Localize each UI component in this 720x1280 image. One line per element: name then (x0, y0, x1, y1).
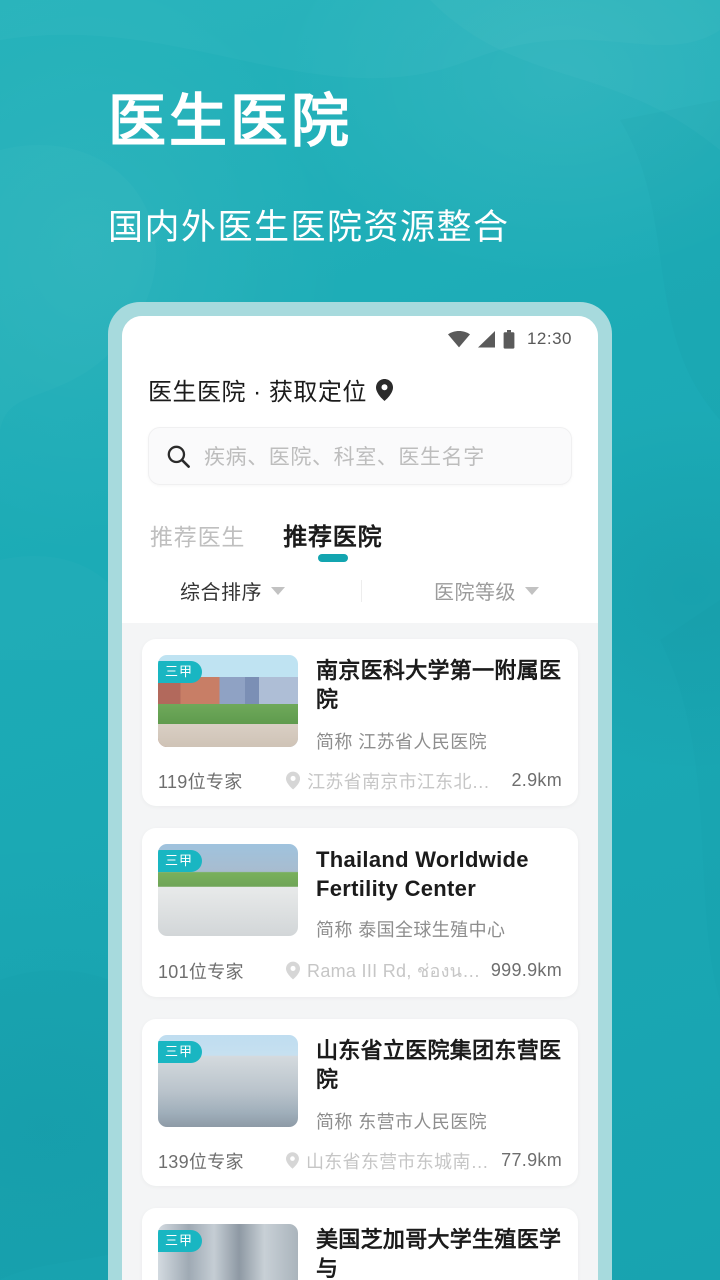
tab-bar: 推荐医生 推荐医院 (122, 507, 598, 562)
hospital-thumbnail: 三甲 (158, 655, 298, 747)
status-bar: 12:30 (122, 316, 598, 362)
hospital-address: 山东省东营市东城南一路... (305, 1151, 493, 1172)
hospital-thumbnail: 三甲 (158, 843, 298, 936)
hospital-expert-count: 139位专家 (158, 1151, 244, 1172)
location-pin-icon (286, 961, 301, 980)
location-pin-icon (286, 1152, 299, 1169)
chevron-down-icon (271, 586, 285, 595)
app-header: 医生医院 · 获取定位 (122, 362, 598, 427)
tab-active-indicator (317, 554, 348, 562)
app-header-title: 医生医院 · 获取定位 (148, 379, 367, 406)
hospital-name: 美国芝加哥大学生殖医学与 (316, 1226, 562, 1280)
hospital-level-badge: 三甲 (158, 661, 203, 684)
filter-hospital-level[interactable]: 医院等级 (434, 576, 539, 605)
hospital-list[interactable]: 三甲 南京医科大学第一附属医院 简称 江苏省人民医院 119位专家 江苏省南京市… (122, 623, 598, 1280)
hospital-thumbnail: 三甲 (158, 1035, 298, 1127)
hospital-distance: 77.9km (501, 1150, 562, 1170)
promo-text-block: 医生医院 国内外医生医院资源整合 (0, 0, 720, 250)
hospital-level-badge: 三甲 (158, 1229, 203, 1252)
wifi-icon (447, 330, 470, 347)
hospital-address: Rama III Rd, ช่องนนi... (307, 961, 483, 981)
location-pin-icon (286, 771, 301, 790)
search-input[interactable]: 疾病、医院、科室、医生名字 (148, 427, 572, 485)
search-placeholder: 疾病、医院、科室、医生名字 (204, 446, 485, 469)
hospital-level-badge: 三甲 (158, 849, 203, 872)
phone-mockup-frame: 12:30 医生医院 · 获取定位 疾病、医院、科室、医生名字 推荐医生 推荐医… (108, 302, 612, 1280)
status-bar-clock: 12:30 (526, 329, 572, 348)
promo-subtitle: 国内外医生医院资源整合 (108, 207, 510, 247)
hospital-alias: 简称 江苏省人民医院 (316, 731, 487, 752)
hospital-distance: 999.9km (490, 960, 562, 980)
hospital-card[interactable]: 三甲 美国芝加哥大学生殖医学与 (142, 1207, 578, 1280)
tab-recommended-doctors[interactable]: 推荐医生 (148, 512, 247, 560)
hospital-alias: 简称 东营市人民医院 (316, 1111, 487, 1132)
hospital-thumbnail: 三甲 (158, 1223, 298, 1280)
chevron-down-icon (525, 586, 539, 595)
filter-divider (361, 579, 362, 602)
search-icon (167, 445, 190, 468)
hospital-alias: 简称 泰国全球生殖中心 (316, 920, 506, 940)
hospital-name: 山东省立医院集团东营医院 (316, 1038, 562, 1093)
filter-sort[interactable]: 综合排序 (180, 576, 285, 605)
phone-screen: 12:30 医生医院 · 获取定位 疾病、医院、科室、医生名字 推荐医生 推荐医… (122, 316, 598, 1280)
hospital-level-badge: 三甲 (158, 1041, 203, 1064)
hospital-card[interactable]: 三甲 山东省立医院集团东营医院 简称 东营市人民医院 139位专家 山东省东营市… (142, 1019, 578, 1186)
hospital-expert-count: 119位专家 (158, 771, 243, 792)
hospital-expert-count: 101位专家 (158, 961, 244, 982)
hospital-card[interactable]: 三甲 Thailand Worldwide Fertility Center 简… (142, 827, 578, 997)
filter-label: 医院等级 (434, 582, 516, 604)
tab-label: 推荐医院 (283, 524, 383, 551)
promo-title: 医生医院 (108, 89, 353, 154)
battery-icon (503, 329, 515, 349)
search-section: 疾病、医院、科室、医生名字 (122, 427, 598, 507)
hospital-name: Thailand Worldwide Fertility Center (316, 846, 529, 901)
hospital-distance: 2.9km (511, 770, 562, 790)
tab-label: 推荐医生 (150, 524, 246, 550)
filter-bar: 综合排序 医院等级 (122, 560, 598, 623)
tab-recommended-hospitals[interactable]: 推荐医院 (281, 511, 384, 562)
signal-icon (477, 330, 495, 347)
hospital-card[interactable]: 三甲 南京医科大学第一附属医院 简称 江苏省人民医院 119位专家 江苏省南京市… (142, 639, 578, 806)
filter-label: 综合排序 (180, 582, 262, 604)
hospital-address: 江苏省南京市江东北路3... (307, 771, 504, 792)
hospital-name: 南京医科大学第一附属医院 (316, 658, 562, 713)
location-pin-icon[interactable] (375, 378, 393, 401)
